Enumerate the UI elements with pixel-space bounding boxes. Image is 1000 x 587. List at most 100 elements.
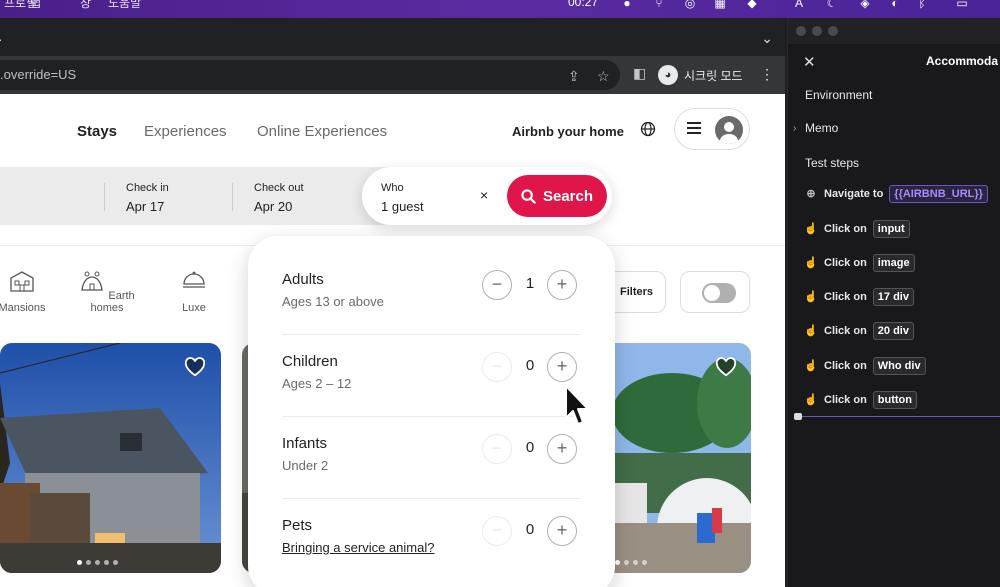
browser-window: · ⌄ .override=US ⇪ ☆ ◧ ◕ 시크릿 모드 ⋮ Stays … bbox=[0, 18, 785, 587]
category-luxe[interactable]: Luxe bbox=[177, 269, 211, 314]
guest-row-children: Children Ages 2 – 12 − 0 + bbox=[282, 335, 580, 417]
tab-strip: · ⌄ bbox=[0, 18, 785, 56]
globe-icon: ⊕ bbox=[806, 188, 816, 200]
increase-pets-button[interactable]: + bbox=[547, 516, 577, 546]
step-target: button bbox=[872, 391, 917, 409]
checkin-value[interactable]: Apr 17 bbox=[126, 199, 164, 214]
moon-icon[interactable]: ☾ bbox=[825, 0, 839, 10]
tab-search-chevron-icon[interactable]: ⌄ bbox=[761, 30, 773, 47]
step-target: 17 div bbox=[872, 288, 914, 306]
globe-icon[interactable] bbox=[640, 121, 656, 137]
service-animal-link[interactable]: Bringing a service animal? bbox=[282, 540, 434, 555]
checkout-value[interactable]: Apr 20 bbox=[254, 199, 292, 214]
increase-infants-button[interactable]: + bbox=[547, 434, 577, 464]
tab-online-experiences[interactable]: Online Experiences bbox=[257, 123, 387, 140]
host-link[interactable]: Airbnb your home bbox=[512, 124, 624, 139]
incognito-chip[interactable]: ◕ 시크릿 모드 bbox=[658, 63, 743, 87]
pets-count: 0 bbox=[525, 521, 535, 538]
menubar-item[interactable]: 탭 bbox=[30, 0, 41, 11]
step-action: Click on bbox=[824, 360, 867, 372]
step-target: Who div bbox=[872, 357, 926, 375]
tab-indicator-icon[interactable]: · bbox=[0, 31, 3, 47]
tab-stays[interactable]: Stays bbox=[77, 123, 117, 140]
luxe-icon bbox=[183, 271, 205, 288]
menubar-clock: 00:27 bbox=[568, 0, 599, 9]
category-mansions[interactable]: Mansions bbox=[0, 269, 48, 314]
carousel-dots bbox=[77, 560, 118, 565]
airbnb-page: Stays Experiences Online Experiences Air… bbox=[0, 94, 785, 587]
step-target: input bbox=[872, 220, 910, 238]
listing-photo[interactable] bbox=[0, 343, 221, 573]
sidepanel-icon[interactable]: ◧ bbox=[633, 65, 646, 82]
who-field[interactable]: Who 1 guest × Search bbox=[362, 167, 612, 225]
close-icon[interactable]: ✕ bbox=[803, 53, 816, 71]
test-step[interactable]: ☝ Click on button bbox=[804, 390, 917, 410]
insertion-marker-icon[interactable] bbox=[794, 413, 802, 420]
pointer-hand-icon: ☝ bbox=[804, 360, 818, 372]
listing-card[interactable] bbox=[597, 343, 751, 573]
window-minimize-dot[interactable] bbox=[812, 26, 822, 36]
mouse-cursor-icon bbox=[565, 385, 589, 425]
decrease-infants-button[interactable]: − bbox=[482, 434, 512, 464]
heart-icon[interactable] bbox=[715, 357, 737, 377]
vpn-icon[interactable]: ◈ bbox=[858, 0, 872, 10]
step-target: {{AIRBNB_URL}} bbox=[889, 185, 988, 203]
app-icon[interactable]: ◆ bbox=[745, 0, 759, 10]
battery-icon[interactable]: ▭ bbox=[955, 0, 969, 10]
display-icon[interactable]: ◐ bbox=[888, 0, 902, 10]
category-label: Mansions bbox=[0, 302, 46, 314]
input-source-icon[interactable]: A bbox=[792, 0, 806, 10]
decrease-adults-button[interactable]: − bbox=[482, 270, 512, 300]
test-step[interactable]: ☝ Click on input bbox=[804, 219, 910, 239]
search-button[interactable]: Search bbox=[507, 175, 607, 217]
test-step[interactable]: ☝ Click on 20 div bbox=[804, 321, 914, 341]
section-memo[interactable]: Memo bbox=[805, 121, 838, 135]
earth-home-icon bbox=[81, 271, 104, 291]
guest-type-subtitle: Ages 2 – 12 bbox=[282, 376, 352, 391]
window-zoom-dot[interactable] bbox=[828, 26, 838, 36]
menubar-item[interactable]: 도움말 bbox=[108, 0, 141, 11]
test-step[interactable]: ☝ Click on Who div bbox=[804, 356, 926, 376]
test-step[interactable]: ☝ Click on image bbox=[804, 253, 915, 273]
increase-children-button[interactable]: + bbox=[547, 352, 577, 382]
target-icon[interactable]: ◎ bbox=[683, 0, 697, 10]
infants-count: 0 bbox=[525, 439, 535, 456]
carousel-dots bbox=[615, 560, 647, 565]
step-target: image bbox=[872, 254, 915, 272]
window-close-dot[interactable] bbox=[796, 26, 806, 36]
guest-row-pets: Pets Bringing a service animal? − 0 + bbox=[282, 499, 580, 581]
section-test-steps: Test steps bbox=[805, 156, 860, 170]
section-environment[interactable]: Environment bbox=[805, 88, 872, 102]
guest-type-title: Pets bbox=[282, 517, 313, 534]
browser-menu-icon[interactable]: ⋮ bbox=[760, 66, 774, 83]
share-icon[interactable]: ⇪ bbox=[568, 68, 580, 85]
bluetooth-icon[interactable]: ᛒ bbox=[915, 0, 929, 10]
url-text[interactable]: .override=US bbox=[0, 67, 76, 82]
toolbar: .override=US ⇪ ☆ ◧ ◕ 시크릿 모드 ⋮ bbox=[0, 56, 785, 94]
bookmark-star-icon[interactable]: ☆ bbox=[597, 68, 610, 85]
listing-card[interactable] bbox=[0, 343, 221, 573]
decrease-pets-button[interactable]: − bbox=[482, 516, 512, 546]
listing-photo[interactable] bbox=[597, 343, 751, 573]
grid-icon[interactable]: ▦ bbox=[713, 0, 727, 10]
address-bar[interactable]: .override=US ⇪ ☆ bbox=[0, 60, 620, 90]
avatar bbox=[715, 116, 743, 144]
category-earth-homes[interactable]: Earth homes bbox=[74, 269, 140, 314]
record-icon[interactable]: ● bbox=[620, 0, 634, 10]
increase-adults-button[interactable]: + bbox=[547, 270, 577, 300]
test-recorder-panel: ✕ Accommoda Environment › Memo Test step… bbox=[787, 18, 1000, 587]
user-menu-button[interactable] bbox=[674, 108, 750, 150]
clear-guests-button[interactable]: × bbox=[480, 187, 488, 203]
panel-title: Accommoda bbox=[926, 54, 999, 68]
chevron-right-icon[interactable]: › bbox=[793, 123, 796, 134]
test-step[interactable]: ⊕ Navigate to {{AIRBNB_URL}} bbox=[804, 184, 988, 204]
test-step[interactable]: ☝ Click on 17 div bbox=[804, 287, 914, 307]
tab-experiences[interactable]: Experiences bbox=[144, 123, 227, 140]
guests-dropdown: Adults Ages 13 or above − 1 + Children A… bbox=[248, 236, 615, 587]
menubar-item[interactable]: 창 bbox=[80, 0, 91, 11]
branch-icon[interactable]: ⑂ bbox=[652, 0, 666, 10]
heart-icon[interactable] bbox=[184, 357, 206, 377]
decrease-children-button[interactable]: − bbox=[482, 352, 512, 382]
total-price-toggle[interactable] bbox=[702, 283, 736, 303]
guest-row-adults: Adults Ages 13 or above − 1 + bbox=[282, 253, 580, 335]
